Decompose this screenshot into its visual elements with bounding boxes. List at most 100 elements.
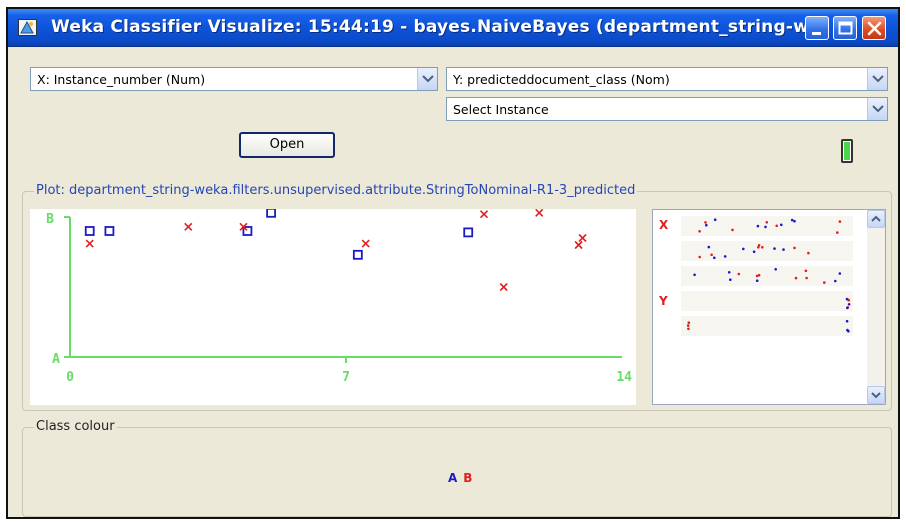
x-axis-dropdown-button[interactable] [417, 68, 437, 90]
attribute-dot [713, 218, 717, 221]
y-axis-select-value: Y: predicteddocument_class (Nom) [453, 72, 670, 87]
attribute-dot [846, 328, 849, 332]
attribute-dot [790, 218, 794, 222]
minimize-button[interactable] [805, 16, 829, 40]
attribute-bar [681, 266, 853, 286]
attribute-x-label: X [659, 218, 669, 232]
attribute-dot [757, 244, 761, 247]
attribute-dot [823, 281, 826, 284]
title-bar[interactable]: Weka Classifier Visualize: 15:44:19 - ba… [8, 9, 898, 47]
attribute-bar [681, 316, 853, 336]
attribute-dot [693, 273, 696, 277]
class-label-a[interactable]: A [448, 471, 457, 485]
attribute-panel: XY [652, 209, 886, 405]
attribute-dot [847, 303, 851, 306]
attribute-dot [847, 298, 851, 302]
close-button[interactable] [862, 16, 886, 40]
data-point-square [352, 249, 363, 260]
x-axis-select-value: X: Instance_number (Num) [37, 72, 206, 87]
attribute-dot [838, 272, 842, 275]
class-colour-legend: Class colour [34, 419, 117, 434]
attribute-dot [845, 319, 849, 323]
attribute-dot [804, 269, 808, 273]
attribute-dot [794, 276, 798, 280]
chevron-down-icon [872, 105, 884, 113]
attribute-dot [793, 246, 796, 250]
instance-dropdown-button[interactable] [867, 98, 887, 120]
data-point-cross [361, 239, 370, 248]
y-tick-label: B [46, 212, 54, 227]
data-point-cross [499, 282, 508, 292]
attribute-dot [757, 273, 761, 277]
plot-area[interactable]: 0 7 14 A B [30, 207, 636, 405]
attribute-dot [686, 324, 690, 327]
attribute-dot [782, 248, 785, 251]
scatter-plot[interactable]: 0 7 14 A B [30, 207, 636, 405]
attribute-dot [807, 251, 810, 255]
attribute-dot [752, 250, 756, 253]
app-icon [18, 19, 37, 36]
chevron-down-icon [422, 75, 434, 83]
attribute-dot [836, 231, 839, 234]
attribute-dot [687, 327, 690, 331]
y-axis-select[interactable]: Y: predicteddocument_class (Nom) [446, 67, 888, 91]
chevron-down-icon [871, 392, 881, 399]
attribute-dot [838, 220, 842, 223]
close-icon [867, 21, 882, 36]
attribute-dot [775, 224, 778, 228]
attribute-bars[interactable]: XY [653, 210, 867, 404]
status-indicator [841, 139, 853, 163]
maximize-icon [838, 21, 853, 35]
data-point-square [84, 226, 95, 236]
attribute-bar [681, 241, 853, 261]
attribute-dot [793, 219, 796, 223]
instance-select-value: Select Instance [453, 102, 549, 117]
data-point-cross [578, 233, 587, 243]
attribute-dot [737, 272, 741, 276]
chevron-up-icon [871, 215, 881, 222]
maximize-button[interactable] [833, 16, 857, 40]
attribute-dot [731, 228, 734, 232]
chevron-down-icon [872, 75, 884, 83]
attribute-dot [729, 278, 732, 281]
attribute-dot [742, 247, 745, 251]
attribute-dot [698, 255, 701, 259]
scroll-up-button[interactable] [867, 210, 885, 228]
open-button[interactable]: Open [239, 132, 335, 158]
y-axis-dropdown-button[interactable] [867, 68, 887, 90]
attribute-dot [698, 230, 701, 233]
data-point-cross [85, 239, 94, 248]
attribute-dot [765, 221, 769, 224]
attribute-y-label: Y [658, 294, 668, 308]
plot-legend: Plot: department_string-weka.filters.uns… [34, 183, 638, 198]
y-tick-label: A [52, 352, 60, 367]
scroll-down-button[interactable] [867, 386, 885, 404]
x-tick-label: 7 [342, 370, 350, 385]
attribute-dot [805, 276, 808, 280]
attribute-dot [705, 223, 708, 227]
data-point-cross [479, 210, 489, 219]
class-colour-labels: AB [448, 471, 472, 485]
attribute-dot [761, 246, 764, 249]
attribute-bar [681, 291, 853, 311]
attribute-dot [764, 225, 767, 229]
attribute-dot [846, 306, 849, 310]
class-label-b[interactable]: B [463, 471, 472, 485]
instance-select[interactable]: Select Instance [446, 97, 888, 121]
x-axis-select[interactable]: X: Instance_number (Num) [30, 67, 438, 91]
x-tick-label: 14 [616, 370, 632, 385]
attribute-dot [687, 321, 691, 324]
weka-window: Weka Classifier Visualize: 15:44:19 - ba… [6, 7, 900, 519]
minimize-icon [812, 32, 821, 35]
attribute-dot [780, 223, 783, 227]
attribute-dot [704, 221, 707, 224]
attribute-dot [755, 279, 759, 282]
attribute-dot [710, 253, 713, 257]
x-tick-label: 0 [66, 370, 74, 385]
attribute-scrollbar[interactable] [867, 210, 885, 404]
attribute-dot [727, 271, 731, 274]
attribute-dot [834, 279, 837, 283]
attribute-dot [707, 245, 711, 249]
attribute-dot [773, 247, 776, 250]
data-point-square [266, 207, 276, 218]
